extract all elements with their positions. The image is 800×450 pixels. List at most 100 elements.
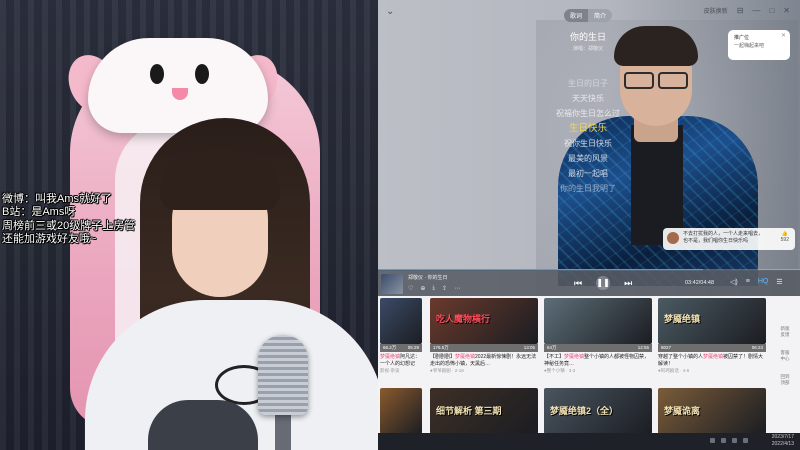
playback-time: 03:42/04:48 — [685, 280, 715, 286]
lyric-line[interactable]: 最美的风景 — [518, 151, 658, 166]
video-duration: 06:23 — [751, 345, 763, 350]
album-cover[interactable] — [381, 274, 403, 294]
video-meta: 66.2万 05:29 — [380, 344, 422, 352]
video-title[interactable]: 穿越了整个小镇的人梦魇绝镇被囚禁了！剧情大解读！ — [658, 354, 766, 367]
tray-icon[interactable] — [743, 438, 748, 443]
tray-icon[interactable] — [710, 438, 715, 443]
video-title[interactable]: 【剧剧剧】梦魇绝镇2022最新惊悚剧！永远无法走出的恐怖小镇，天黑后… — [430, 354, 538, 367]
system-clock[interactable]: 2023/7/17 2022/4/13 — [772, 434, 794, 448]
like-icon[interactable]: ♡ — [408, 285, 413, 292]
promo-card[interactable]: 推广位 一起嗨起来吧 ✕ — [728, 30, 790, 60]
feed-side-tools: 新版 反馈客服 中心回到 顶部 — [773, 326, 797, 386]
taskbar: 2023/7/17 2022/4/13 — [378, 433, 800, 450]
lyric-line-active[interactable]: 生日快乐 — [518, 121, 658, 136]
overlay-line: B站：是Ams呀 — [2, 206, 76, 219]
video-author[interactable]: ●阿珂剧话 · 4-6 — [658, 368, 766, 374]
video-thumbnail[interactable] — [380, 388, 422, 434]
playlist-icon[interactable]: ☰ — [776, 278, 782, 286]
video-card[interactable]: 梦魇绝镇 8027 06:23 穿越了整个小镇的人梦魇绝镇被囚禁了！剧情大解读！ ●阿珂… — [658, 298, 766, 378]
tab-lyrics[interactable]: 歌词 — [564, 9, 589, 22]
back-to-top-button[interactable]: 回到 顶部 — [781, 374, 790, 386]
video-duration: 05:29 — [407, 345, 419, 350]
overlay-line: 还能加游戏好友哦~ — [2, 233, 97, 246]
chevron-down-icon[interactable]: ⌄ — [386, 6, 394, 17]
video-meta: 176.5万 13:05 — [430, 344, 538, 352]
video-author[interactable]: ●整个小镇 · 3-3 — [544, 368, 652, 374]
title-prefix: 【剧剧剧】 — [430, 354, 456, 360]
video-tag[interactable]: 梦魇绝镇 — [380, 354, 400, 360]
like-count[interactable]: 👍 592 — [781, 231, 789, 243]
view-count: 64万 — [547, 345, 557, 350]
thumbnail-caption: 梦魇绝镇 — [664, 314, 701, 324]
video-thumbnail[interactable] — [380, 298, 422, 344]
previous-icon[interactable]: ⏮ — [574, 278, 582, 289]
video-thumbnail[interactable] — [544, 298, 652, 344]
avatar — [667, 232, 679, 244]
video-author[interactable]: 影视·杂谈 — [380, 368, 422, 374]
player-control-bar: 郑敬仪 · 你的生日 ♡ ⊕ ⤓ ⇪ ⋯ ⏮ ❚❚ ⏭ 03:42/04:48 … — [378, 270, 800, 296]
video-tag[interactable]: 梦魇绝镇 — [455, 354, 475, 360]
desk-item — [148, 400, 258, 450]
lyrics-icon[interactable]: ≡ — [746, 278, 750, 286]
player-titlebar: ⌄ 歌词 简介 皮肤换新 ⊟ — □ ✕ — [378, 0, 800, 24]
video-title[interactable]: 【不工】梦魇绝镇整个小镇的人都被怪物囚禁，神秘任务竟… — [544, 354, 652, 367]
thumbnail-caption: 梦魇诡离 — [664, 406, 701, 416]
close-icon[interactable]: ✕ — [781, 32, 786, 39]
lyrics-panel: 你的生日 演唱：郑敬仪 生日的日子 天天快乐 祝福你生日怎么过 生日快乐 祝你生… — [518, 30, 658, 196]
streamer-bangs — [160, 150, 280, 210]
mini-mode-icon[interactable]: ⊟ — [737, 6, 744, 15]
maximize-icon[interactable]: □ — [769, 6, 774, 15]
tray-icon[interactable] — [732, 438, 737, 443]
lyric-line[interactable]: 天天快乐 — [518, 91, 658, 106]
video-meta: 8027 06:23 — [658, 344, 766, 352]
promo-line-1: 推广位 — [734, 35, 750, 41]
video-feed: 66.2万 05:29 梦魇绝镇阿凡达：一个人的幻想记 影视·杂谈 吃人魔物横行 176.… — [378, 296, 800, 450]
system-tray — [710, 438, 748, 443]
comment-text: 不去打扰我的人，一个人走来唱去，也不是，我们唱你生日快乐吗 — [683, 231, 764, 244]
singer-credit: 演唱：郑敬仪 — [572, 46, 603, 52]
now-playing: 郑敬仪 · 你的生日 — [408, 275, 448, 281]
hot-comment[interactable]: 不去打扰我的人，一个人走来唱去，也不是，我们唱你生日快乐吗 👍 592 — [663, 228, 795, 250]
video-title[interactable]: 梦魇绝镇阿凡达：一个人的幻想记 — [380, 354, 422, 367]
more-icon[interactable]: ⋯ — [454, 285, 460, 292]
overlay-line: 微博：叫我Ams就好了 — [2, 193, 112, 205]
volume-icon[interactable]: ◁) — [730, 278, 738, 286]
skin-button[interactable]: 皮肤换新 — [704, 6, 728, 15]
lyric-line[interactable]: 最初一起唱 — [518, 166, 658, 181]
video-card[interactable]: 64万 12:55 【不工】梦魇绝镇整个小镇的人都被怪物囚禁，神秘任务竟… ●整个小镇… — [544, 298, 652, 378]
clock-time: 2023/7/17 — [771, 434, 794, 440]
pause-icon[interactable]: ❚❚ — [596, 276, 611, 290]
microphone — [258, 335, 308, 415]
like-count-value: 592 — [780, 237, 789, 243]
close-icon[interactable]: ✕ — [783, 6, 790, 15]
lyric-line[interactable]: 生日的日子 — [518, 76, 658, 91]
share-icon[interactable]: ⇪ — [442, 285, 447, 292]
tray-icon[interactable] — [721, 438, 726, 443]
video-author[interactable]: ●爷爷剧剧 · 2-18 — [430, 368, 538, 374]
video-meta: 64万 12:55 — [544, 344, 652, 352]
next-icon[interactable]: ⏭ — [624, 278, 632, 289]
title-prefix: 穿越了整个小镇的人 — [658, 354, 704, 360]
video-duration: 13:05 — [523, 345, 535, 350]
video-card[interactable]: 吃人魔物横行 176.5万 13:05 【剧剧剧】梦魇绝镇2022最新惊悚剧！永远无法… — [430, 298, 538, 378]
download-icon[interactable]: ⤓ — [432, 285, 435, 292]
feedback-button[interactable]: 新版 反馈 — [781, 326, 790, 338]
playback-controls: ⏮ ❚❚ ⏭ — [574, 276, 632, 290]
video-tag[interactable]: 梦魇绝镇 — [564, 354, 584, 360]
lyric-line[interactable]: 祝福你生日怎么过 — [518, 106, 658, 121]
lyric-line[interactable]: 你的生日我明了 — [518, 181, 658, 196]
thumbnail-caption: 梦魇绝镇2（全） — [550, 406, 619, 416]
quality-icon[interactable]: HQ — [758, 278, 769, 286]
lyric-line[interactable]: 祝你生日快乐 — [518, 136, 658, 151]
add-icon[interactable]: ⊕ — [420, 285, 425, 292]
video-tag[interactable]: 梦魇绝镇 — [703, 354, 723, 360]
tab-info[interactable]: 简介 — [588, 9, 613, 22]
microphone-stand — [275, 410, 291, 450]
minimize-icon[interactable]: — — [752, 6, 760, 15]
video-card[interactable]: 66.2万 05:29 梦魇绝镇阿凡达：一个人的幻想记 影视·杂谈 — [380, 298, 422, 378]
bunny-eye-right — [195, 64, 209, 84]
customer-service-button[interactable]: 客服 中心 — [781, 350, 790, 362]
song-title: 你的生日 — [569, 32, 606, 42]
view-count: 8027 — [661, 345, 672, 350]
thumbnail-caption: 细节解析 第三期 — [436, 406, 502, 416]
